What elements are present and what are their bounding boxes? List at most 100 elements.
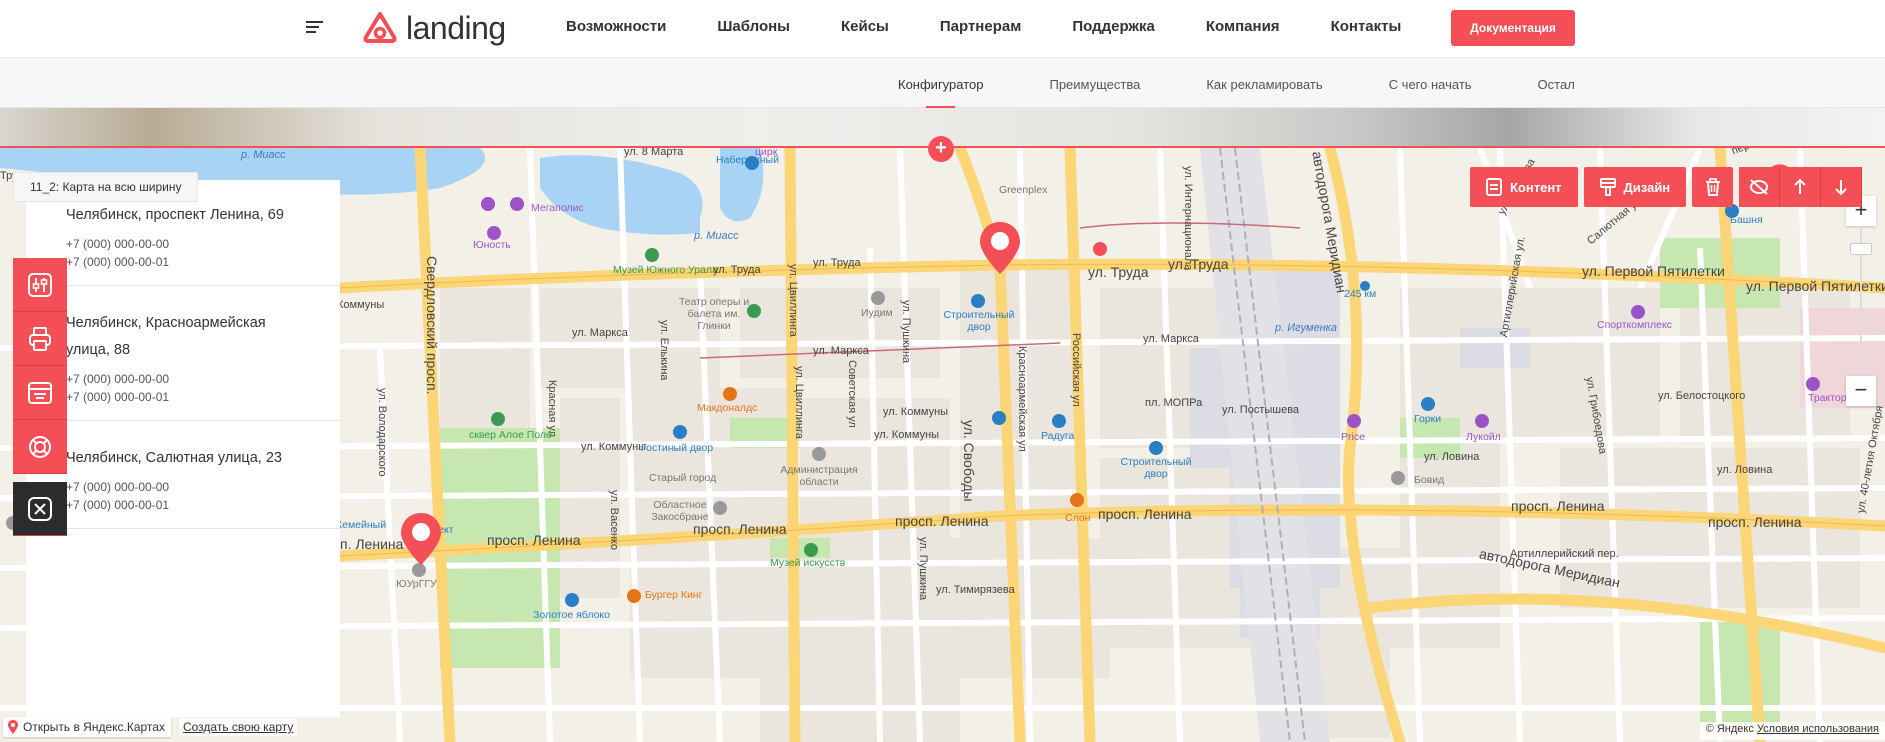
map-label: Красная ул: [546, 380, 558, 438]
map-label: Строительный двор: [943, 309, 1015, 333]
design-button-label: Дизайн: [1623, 179, 1671, 195]
subnav-item-advantages[interactable]: Преимущества: [1049, 58, 1140, 108]
map-label: Администрация области: [780, 464, 858, 488]
map-label: Трактор: [1808, 392, 1847, 404]
map-label: ул. Маркса: [572, 327, 628, 339]
map-label: ул. Ловина: [1424, 451, 1480, 463]
documentation-button[interactable]: Документация: [1451, 10, 1575, 46]
nav-item-partners[interactable]: Партнерам: [940, 18, 1021, 35]
nav-item-features[interactable]: Возможности: [566, 18, 666, 35]
sub-navigation: Конфигуратор Преимущества Как рекламиров…: [0, 58, 1885, 108]
map-label: ул. Володарского: [376, 388, 388, 477]
create-map-link[interactable]: Создать свою карту: [178, 718, 298, 736]
map-label: ул. Пушкина: [917, 537, 929, 601]
map-label: Строительный двор: [1120, 456, 1192, 480]
close-icon: [28, 496, 52, 521]
settings-button[interactable]: [13, 258, 67, 312]
nav-item-templates[interactable]: Шаблоны: [717, 18, 790, 35]
subnav-item-other[interactable]: Остальное: [1538, 58, 1575, 108]
logo-icon: [363, 12, 397, 43]
map-label: Кемейный: [336, 519, 387, 531]
map-label: Слон: [1065, 512, 1091, 524]
hide-button[interactable]: [1739, 167, 1781, 207]
hide-icon: [1750, 179, 1769, 195]
map-label: ул. Первой Пятилетки: [1746, 278, 1885, 294]
map-label: р. Миасс: [694, 230, 739, 242]
address-phone: +7 (000) 000-00-00: [66, 237, 170, 251]
terms-link[interactable]: Условия использования: [1757, 723, 1879, 735]
content-button[interactable]: Контент: [1470, 167, 1578, 207]
map-label: Красноармейская ул: [1016, 346, 1028, 452]
print-button[interactable]: [13, 312, 67, 366]
map-label: Иудим: [861, 307, 893, 319]
hamburger-menu-icon[interactable]: [306, 21, 323, 34]
zoom-slider-handle[interactable]: [1850, 243, 1872, 255]
sliders-icon: [28, 272, 52, 297]
address-list: Челябинск, проспект Ленина, 69 +7 (000) …: [26, 180, 340, 717]
map-label: Мегаполис: [531, 202, 584, 214]
map-label: п. Ленина: [340, 536, 404, 552]
close-panel-button[interactable]: [13, 482, 67, 536]
nav-item-company[interactable]: Компания: [1206, 18, 1280, 35]
map-label: ул. Коммуны: [874, 429, 940, 441]
map-label: пл. МОПРа: [1145, 397, 1203, 409]
move-up-button[interactable]: [1780, 167, 1822, 207]
map-pin-icon[interactable]: [978, 220, 1022, 276]
map-label: ул. Ловина: [1717, 464, 1773, 476]
list-item[interactable]: Челябинск, Красноармейская улица, 88 +7 …: [26, 286, 340, 421]
trash-icon: [1705, 178, 1720, 196]
arrow-up-icon: [1794, 178, 1806, 194]
support-button[interactable]: [13, 420, 67, 474]
nav-item-cases[interactable]: Кейсы: [841, 18, 889, 35]
map-label: Театр оперы и балета им. Глинки: [678, 296, 750, 332]
content-button-label: Контент: [1510, 179, 1562, 195]
address-phone: +7 (000) 000-00-00: [66, 480, 170, 494]
map-label: Гостиный двор: [641, 442, 714, 454]
map-label: ул. Труда: [813, 257, 861, 269]
nav-item-support[interactable]: Поддержка: [1072, 18, 1155, 35]
map-label: ул. Васенко: [608, 490, 620, 550]
map-label: ул. Коммуны: [581, 441, 647, 453]
map-label: ул. Пушкина: [900, 300, 912, 364]
map-label: ЮУрГГУ: [396, 578, 437, 590]
subnav-item-how-to-advertise[interactable]: Как рекламировать: [1206, 58, 1322, 108]
subnav-item-getting-started[interactable]: С чего начать: [1389, 58, 1472, 108]
list-item[interactable]: Челябинск, Салютная улица, 23 +7 (000) 0…: [26, 421, 340, 529]
map-pin-icon[interactable]: [399, 511, 443, 567]
map-label: Свердловский просп.: [424, 256, 440, 395]
map-label: цирк: [755, 148, 778, 158]
nav-item-contacts[interactable]: Контакты: [1331, 18, 1402, 35]
map-copyright: © Яндекс Условия использования: [1699, 722, 1885, 740]
open-in-yandex-label: Открыть в Яндекс.Картах: [23, 720, 165, 734]
document-icon: [1486, 178, 1502, 196]
logo[interactable]: landing: [362, 8, 506, 48]
map-label: ул. Свободы: [961, 420, 977, 502]
map-label: ул. Елькина: [658, 320, 670, 381]
map-label: ул. Интернационала: [1182, 166, 1194, 271]
delete-button[interactable]: [1692, 167, 1734, 207]
zoom-out-button[interactable]: −: [1846, 376, 1876, 406]
block-actions-group: [1739, 167, 1863, 207]
open-in-yandex-link[interactable]: Открыть в Яндекс.Картах: [3, 717, 171, 737]
layout-button[interactable]: [13, 366, 67, 420]
address-phone: +7 (000) 000-00-01: [66, 255, 170, 269]
add-block-button[interactable]: +: [928, 136, 954, 162]
map-label: просп. Ленина: [895, 513, 989, 529]
main-nav: Возможности Шаблоны Кейсы Партнерам Подд…: [566, 18, 1452, 35]
map-label: ул. Маркса: [813, 345, 869, 357]
map-label: Макдоналдс: [697, 402, 758, 414]
map-label: Price: [1341, 431, 1365, 443]
map-label: ул. 8 Марта: [624, 148, 684, 158]
map-label: ул. Труда: [713, 264, 761, 276]
layout-icon: [28, 381, 52, 404]
map-label: ул. Белостоцкого: [1658, 390, 1746, 402]
move-down-button[interactable]: [1821, 167, 1863, 207]
address-title: Челябинск, Салютная улица, 23: [66, 450, 282, 466]
subnav-item-configurator[interactable]: Конфигуратор: [898, 58, 983, 108]
design-button[interactable]: Дизайн: [1583, 167, 1687, 207]
location-pin-icon: [8, 720, 18, 734]
logo-text: landing: [406, 9, 506, 46]
map-label: ул. Тимирязева: [936, 584, 1015, 596]
map-label: ул. Постышева: [1222, 404, 1300, 416]
side-toolbar: [13, 258, 67, 536]
